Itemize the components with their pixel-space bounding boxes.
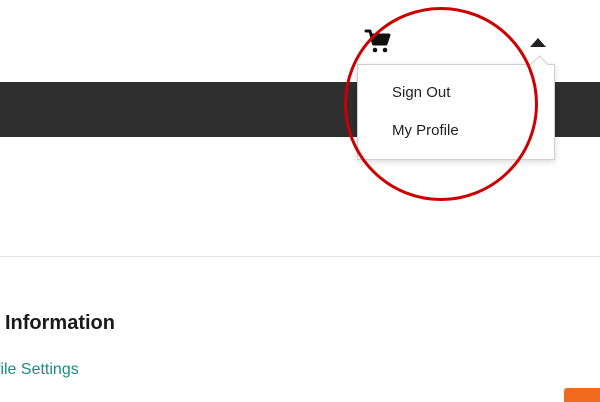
shopping-cart-icon[interactable] xyxy=(364,27,392,55)
profile-settings-link[interactable]: file Settings xyxy=(0,361,79,379)
my-profile-menu-item[interactable]: My Profile xyxy=(392,122,459,139)
section-divider xyxy=(0,256,600,257)
caret-up-icon[interactable] xyxy=(530,38,546,47)
section-heading: Information xyxy=(5,312,115,334)
account-dropdown-menu: Sign Out My Profile xyxy=(357,64,555,160)
sign-out-menu-item[interactable]: Sign Out xyxy=(392,84,450,101)
